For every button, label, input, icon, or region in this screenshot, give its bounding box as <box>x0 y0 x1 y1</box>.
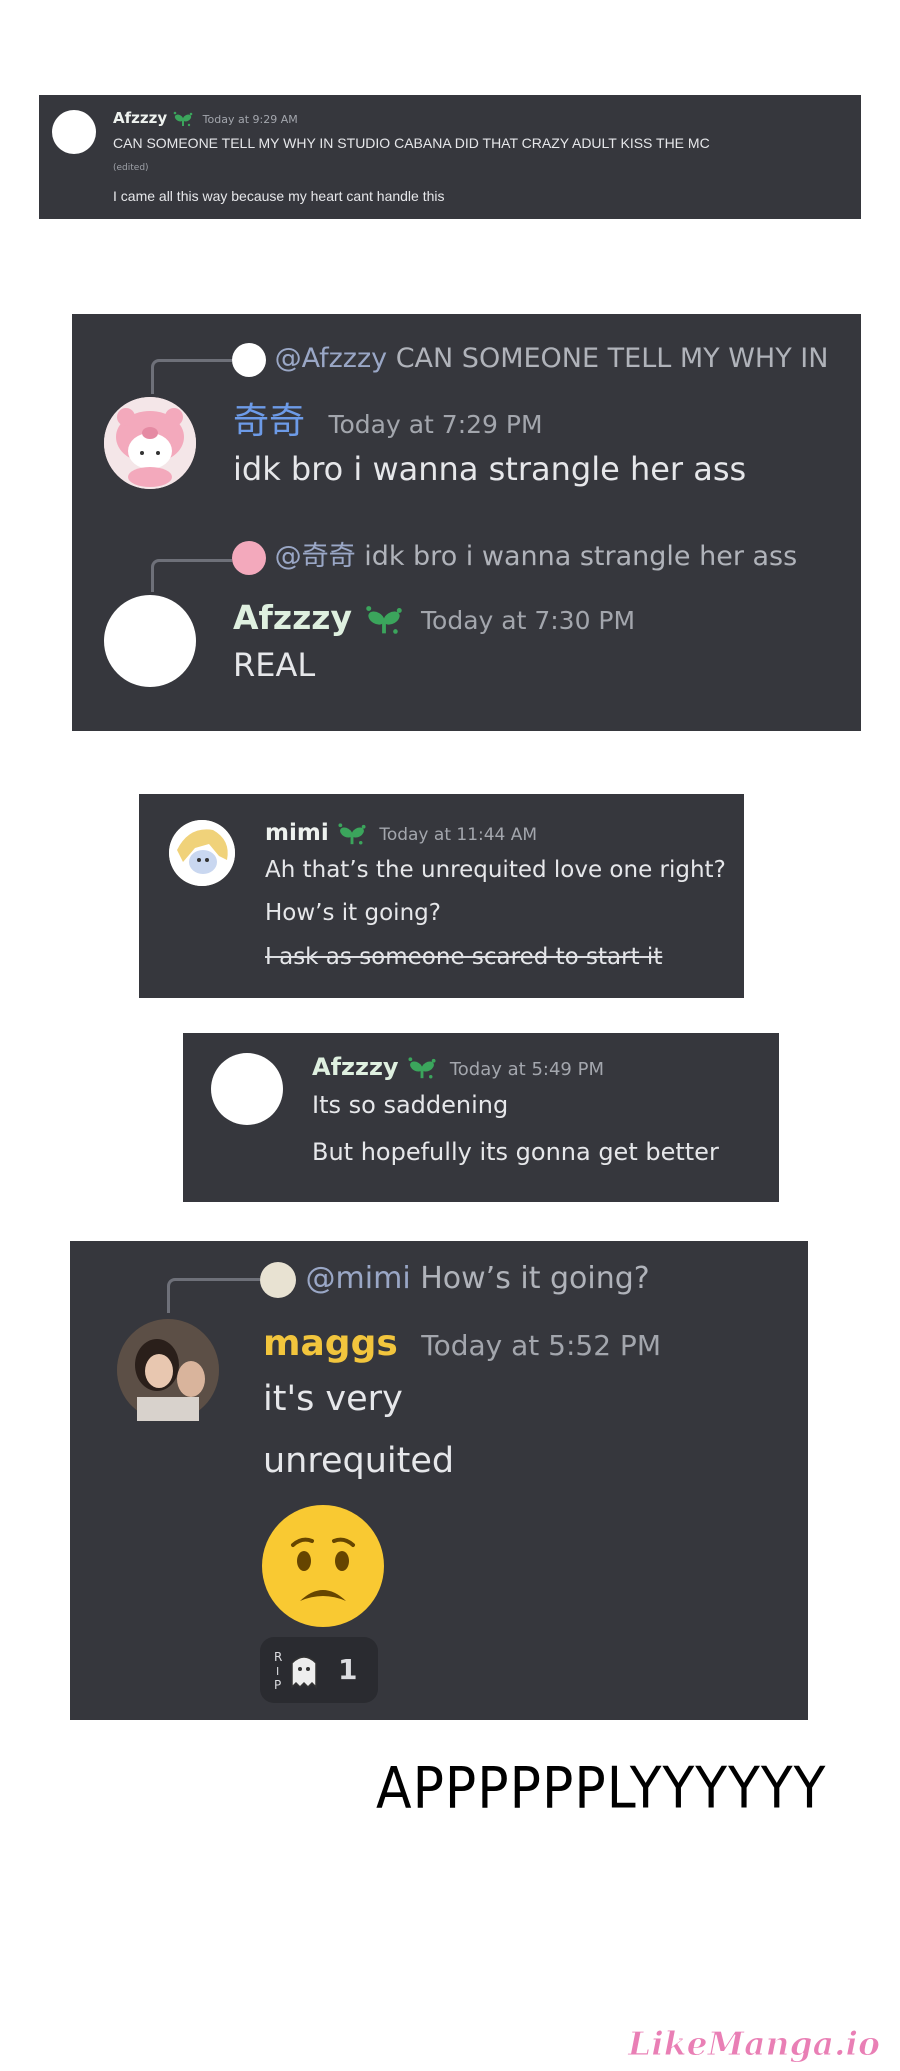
svg-text:P: P <box>274 1678 281 1691</box>
message-panel-2: @Afzzzy CAN SOMEONE TELL MY WHY IN 奇奇 To… <box>72 314 861 731</box>
reply-mention[interactable]: @mimi <box>306 1261 411 1296</box>
avatar <box>232 540 266 575</box>
message-text: it's very <box>263 1379 403 1419</box>
username[interactable]: Afzzzy <box>312 1053 399 1081</box>
pig-hood-avatar-icon <box>104 397 196 489</box>
reply-text: How’s it going? <box>420 1261 650 1296</box>
timestamp: Today at 7:30 PM <box>421 606 636 635</box>
username[interactable]: Afzzzy <box>113 109 167 127</box>
message-text: CAN SOMEONE TELL MY WHY IN STUDIO CABANA… <box>113 135 710 151</box>
rip-ghost-icon: R I P <box>274 1650 317 1691</box>
avatar[interactable] <box>104 595 196 687</box>
reply-connector <box>151 359 232 394</box>
message-text: I came all this way because my heart can… <box>113 188 445 204</box>
timestamp: Today at 5:49 PM <box>449 1059 604 1080</box>
photo-avatar-icon <box>117 1319 219 1421</box>
message-text: REAL <box>233 646 316 684</box>
avatar[interactable] <box>52 110 96 154</box>
watermark: LikeManga.io <box>628 2024 881 2064</box>
avatar <box>260 1261 296 1298</box>
reply-text: CAN SOMEONE TELL MY WHY IN <box>395 343 829 374</box>
message-panel-5: @mimi How’s it going? maggs Today at 5:5… <box>70 1241 808 1720</box>
username[interactable]: 奇奇 <box>233 401 305 442</box>
caption-text: APPPPPPLYYYYYY <box>376 1756 827 1822</box>
reaction-count: 1 <box>338 1653 358 1686</box>
sprout-icon <box>408 1057 436 1079</box>
svg-text:I: I <box>276 1665 279 1678</box>
message-panel-3: mimi Today at 11:44 AM Ah that’s the unr… <box>139 794 744 998</box>
reply-text: idk bro i wanna strangle her ass <box>364 541 798 572</box>
sprout-icon <box>338 822 366 844</box>
reaction-pill[interactable]: R I P 1 <box>260 1637 378 1703</box>
username[interactable]: maggs <box>263 1323 398 1364</box>
timestamp: Today at 9:29 AM <box>202 113 298 126</box>
reply-connector <box>167 1278 260 1313</box>
avatar <box>232 342 266 377</box>
message-text: How’s it going? <box>265 900 441 926</box>
message-text: Its so saddening <box>312 1091 509 1119</box>
avatar[interactable] <box>117 1319 219 1421</box>
avatar[interactable] <box>169 820 235 886</box>
username[interactable]: Afzzzy <box>233 598 352 637</box>
timestamp: Today at 11:44 AM <box>379 825 538 845</box>
message-text: Ah that’s the unrequited love one right? <box>265 857 726 883</box>
sprout-icon <box>365 605 402 634</box>
reply-preview[interactable]: @奇奇 idk bro i wanna strangle her ass <box>232 540 797 575</box>
reply-mention[interactable]: @奇奇 <box>275 541 356 572</box>
svg-text:R: R <box>274 1650 282 1664</box>
message-panel-4: Afzzzy Today at 5:49 PM Its so saddening… <box>183 1033 779 1202</box>
reply-mention[interactable]: @Afzzzy <box>275 343 388 374</box>
anime-avatar-icon <box>169 820 235 886</box>
edited-label: (edited) <box>113 163 149 173</box>
message-text: unrequited <box>263 1441 455 1481</box>
timestamp: Today at 5:52 PM <box>421 1329 661 1362</box>
message-text: But hopefully its gonna get better <box>312 1138 719 1166</box>
reply-preview[interactable]: @mimi How’s it going? <box>260 1261 650 1298</box>
avatar[interactable] <box>104 397 196 489</box>
worried-face-emoji-icon <box>262 1505 384 1627</box>
message-text-strikethrough: I ask as someone scared to start it <box>265 944 663 970</box>
sprout-icon <box>173 111 193 126</box>
avatar[interactable] <box>211 1053 283 1125</box>
timestamp: Today at 7:29 PM <box>328 410 543 439</box>
username[interactable]: mimi <box>265 820 329 846</box>
message-panel-1: Afzzzy Today at 9:29 AM CAN SOMEONE TELL… <box>39 95 861 219</box>
reply-preview[interactable]: @Afzzzy CAN SOMEONE TELL MY WHY IN <box>232 342 828 377</box>
message-text: idk bro i wanna strangle her ass <box>233 450 747 488</box>
reply-connector <box>151 559 232 592</box>
